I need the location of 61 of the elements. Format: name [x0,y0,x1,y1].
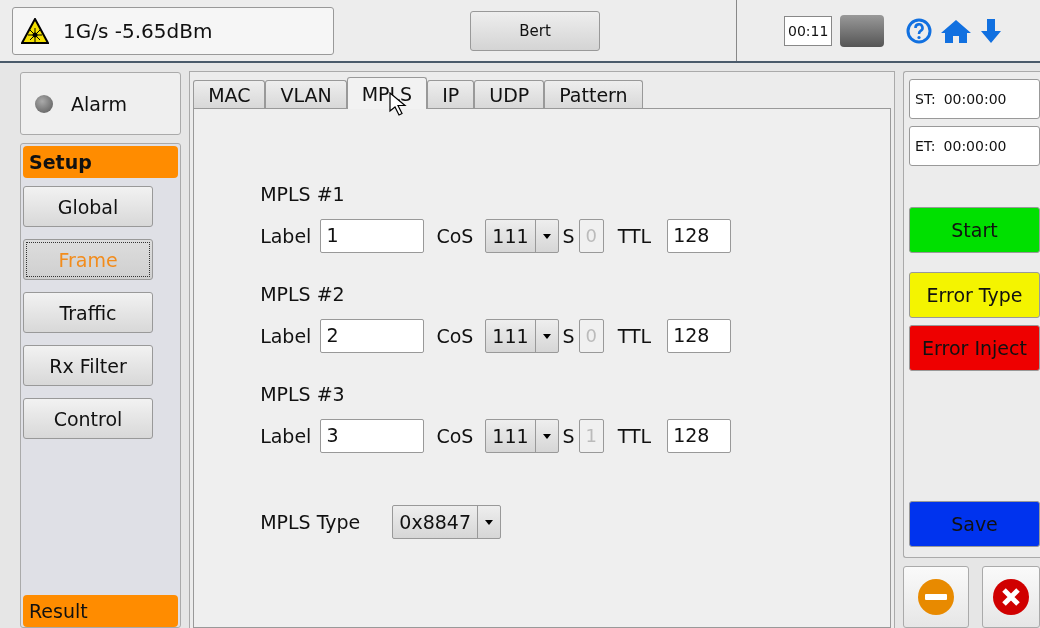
field-label: CoS [436,325,474,347]
nav-button[interactable]: Global [23,186,153,227]
close-icon [992,578,1030,616]
field-label: S [562,325,575,347]
section-heading: MPLS #3 [260,383,346,405]
cos-dropdown[interactable]: 111 [485,419,559,453]
time-value: 00:00:00 [943,138,1007,154]
mpls-type-dropdown[interactable]: 0x8847 [392,505,501,539]
field-label: TTL [617,425,652,447]
caret-icon [542,233,551,239]
minus-icon [917,578,955,616]
nav-button[interactable]: Rx Filter [23,345,153,386]
caret-icon [542,433,551,439]
section-heading: MPLS #2 [260,283,346,305]
label-input[interactable]: 1 [320,219,425,253]
action-button[interactable]: Error Inject [909,325,1040,371]
field-label: TTL [617,325,652,347]
result-header[interactable]: Result [23,595,179,627]
nav-button[interactable]: Traffic [23,292,153,333]
action-button[interactable]: Error Type [909,272,1040,318]
field-label: S [562,425,575,447]
ttl-input[interactable]: 128 [667,319,732,353]
tab[interactable]: VLAN [265,80,347,108]
setup-header[interactable]: Setup [23,146,179,178]
label-input[interactable]: 2 [320,319,425,353]
cos-dropdown[interactable]: 111 [485,219,559,253]
action-button[interactable]: Start [909,207,1040,253]
home-icon[interactable] [940,17,973,44]
field-label: Label [260,425,312,447]
close-button[interactable] [982,566,1040,628]
time-value: 00:00:00 [943,91,1007,107]
tab[interactable]: MAC [193,80,266,108]
caret-icon [542,333,551,339]
field-label: TTL [617,225,652,247]
field-label: CoS [436,225,474,247]
tab[interactable]: Pattern [544,80,643,108]
down-arrow-icon[interactable] [980,17,1003,44]
help-icon[interactable] [906,17,933,44]
label-input[interactable]: 3 [320,419,425,453]
cos-dropdown[interactable]: 111 [485,319,559,353]
timer: 00:11 [784,15,833,46]
field-label: Label [260,225,312,247]
nav-button[interactable]: Control [23,398,153,439]
status-text: 1G/s -5.65dBm [63,18,213,43]
ttl-input[interactable]: 128 [667,219,732,253]
laser-warning-icon [21,17,49,44]
field-label: Label [260,325,312,347]
section-heading: MPLS #1 [260,183,346,205]
minimize-button[interactable] [903,566,969,628]
time-label: ET: [915,138,936,154]
mode-button[interactable]: Bert [470,10,600,51]
tab[interactable]: IP [427,80,475,108]
caret-icon [485,519,493,525]
field-label: S [562,225,575,247]
time-label: ST: [915,91,936,107]
alarm-label: Alarm [71,92,127,115]
battery-icon [840,14,885,47]
tab[interactable]: UDP [474,80,545,108]
field-label: CoS [436,425,474,447]
ttl-input[interactable]: 128 [667,419,732,453]
mpls-type-label: MPLS Type [260,511,361,533]
